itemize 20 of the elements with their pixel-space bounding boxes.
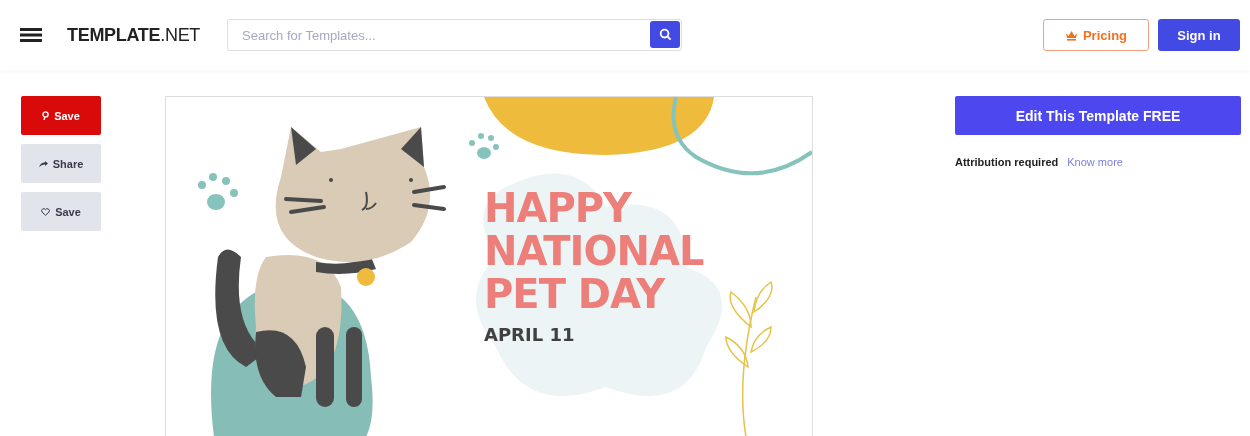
crown-icon: [1064, 29, 1078, 41]
pin-icon: [42, 111, 50, 120]
headline-text: NATIONAL: [484, 230, 704, 273]
search-icon: [658, 28, 672, 41]
search-button[interactable]: [650, 21, 681, 48]
attribution-text: Attribution required: [955, 156, 1059, 168]
pin-save-button[interactable]: Save: [21, 96, 101, 135]
date-text: APRIL 11: [484, 324, 576, 345]
know-more-link[interactable]: Know more: [1067, 156, 1123, 168]
edit-template-button[interactable]: Edit This Template FREE: [955, 96, 1241, 135]
sign-in-button[interactable]: Sign in: [1158, 19, 1240, 51]
logo[interactable]: TEMPLATE.NET: [67, 24, 201, 46]
share-icon: [38, 160, 48, 167]
headline-text: PET DAY: [484, 273, 667, 316]
save-button[interactable]: Save: [21, 192, 101, 231]
search-field[interactable]: Search for Templates...: [227, 19, 683, 51]
headline-text: HAPPY: [484, 187, 633, 230]
heart-icon: [41, 207, 51, 216]
share-button[interactable]: Share: [21, 144, 101, 183]
menu-icon[interactable]: [20, 28, 42, 42]
